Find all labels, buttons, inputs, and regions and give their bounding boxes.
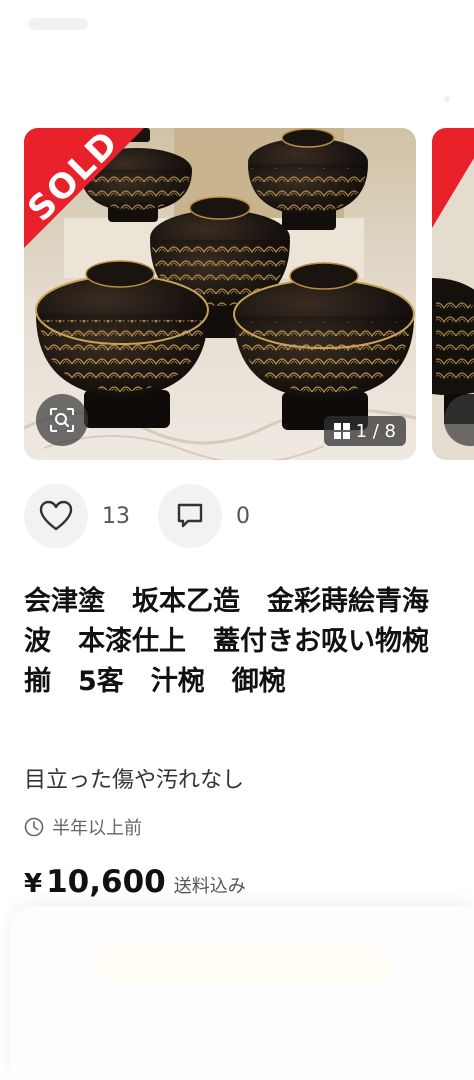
image-search-icon: [50, 408, 74, 432]
like-count: 13: [102, 503, 130, 529]
item-condition: 目立った傷や汚れなし: [24, 768, 245, 793]
image-counter-text: 1 / 8: [355, 420, 396, 442]
action-row: 13 0: [24, 484, 250, 548]
bottom-sheet: [10, 906, 474, 1080]
faded-action-button: [94, 944, 394, 984]
grid-icon: [333, 423, 350, 439]
currency-symbol: ¥: [24, 869, 43, 899]
posted-time-text: 半年以上前: [52, 818, 142, 839]
faded-indicator: [444, 96, 450, 102]
image-carousel[interactable]: SOLD 1 / 8: [24, 128, 474, 460]
image-search-button[interactable]: [36, 394, 88, 446]
faded-header-element: [28, 18, 88, 30]
posted-time: 半年以上前: [24, 814, 142, 840]
comment-button[interactable]: [158, 484, 222, 548]
comment-icon: [177, 503, 203, 528]
item-detail-page: SOLD 1 / 8 13 0 会津塗 坂本乙造 金彩蒔絵青海波 本漆仕上 蓋付…: [0, 0, 474, 1080]
item-title: 会津塗 坂本乙造 金彩蒔絵青海波 本漆仕上 蓋付きお吸い物椀揃 5客 汁椀 御椀: [24, 586, 429, 697]
price-value: 10,600: [46, 864, 166, 900]
shipping-note: 送料込み: [173, 876, 246, 897]
image-counter[interactable]: 1 / 8: [323, 416, 406, 446]
heart-icon: [39, 500, 73, 531]
like-button[interactable]: [24, 484, 88, 548]
sold-ribbon: SOLD: [24, 128, 164, 268]
comment-count: 0: [236, 503, 250, 529]
price-row: ¥ 10,600 送料込み: [24, 864, 246, 900]
clock-icon: [24, 817, 44, 837]
top-bar: [0, 0, 474, 102]
product-photo[interactable]: SOLD 1 / 8: [24, 128, 416, 460]
next-product-photo[interactable]: [432, 128, 474, 460]
